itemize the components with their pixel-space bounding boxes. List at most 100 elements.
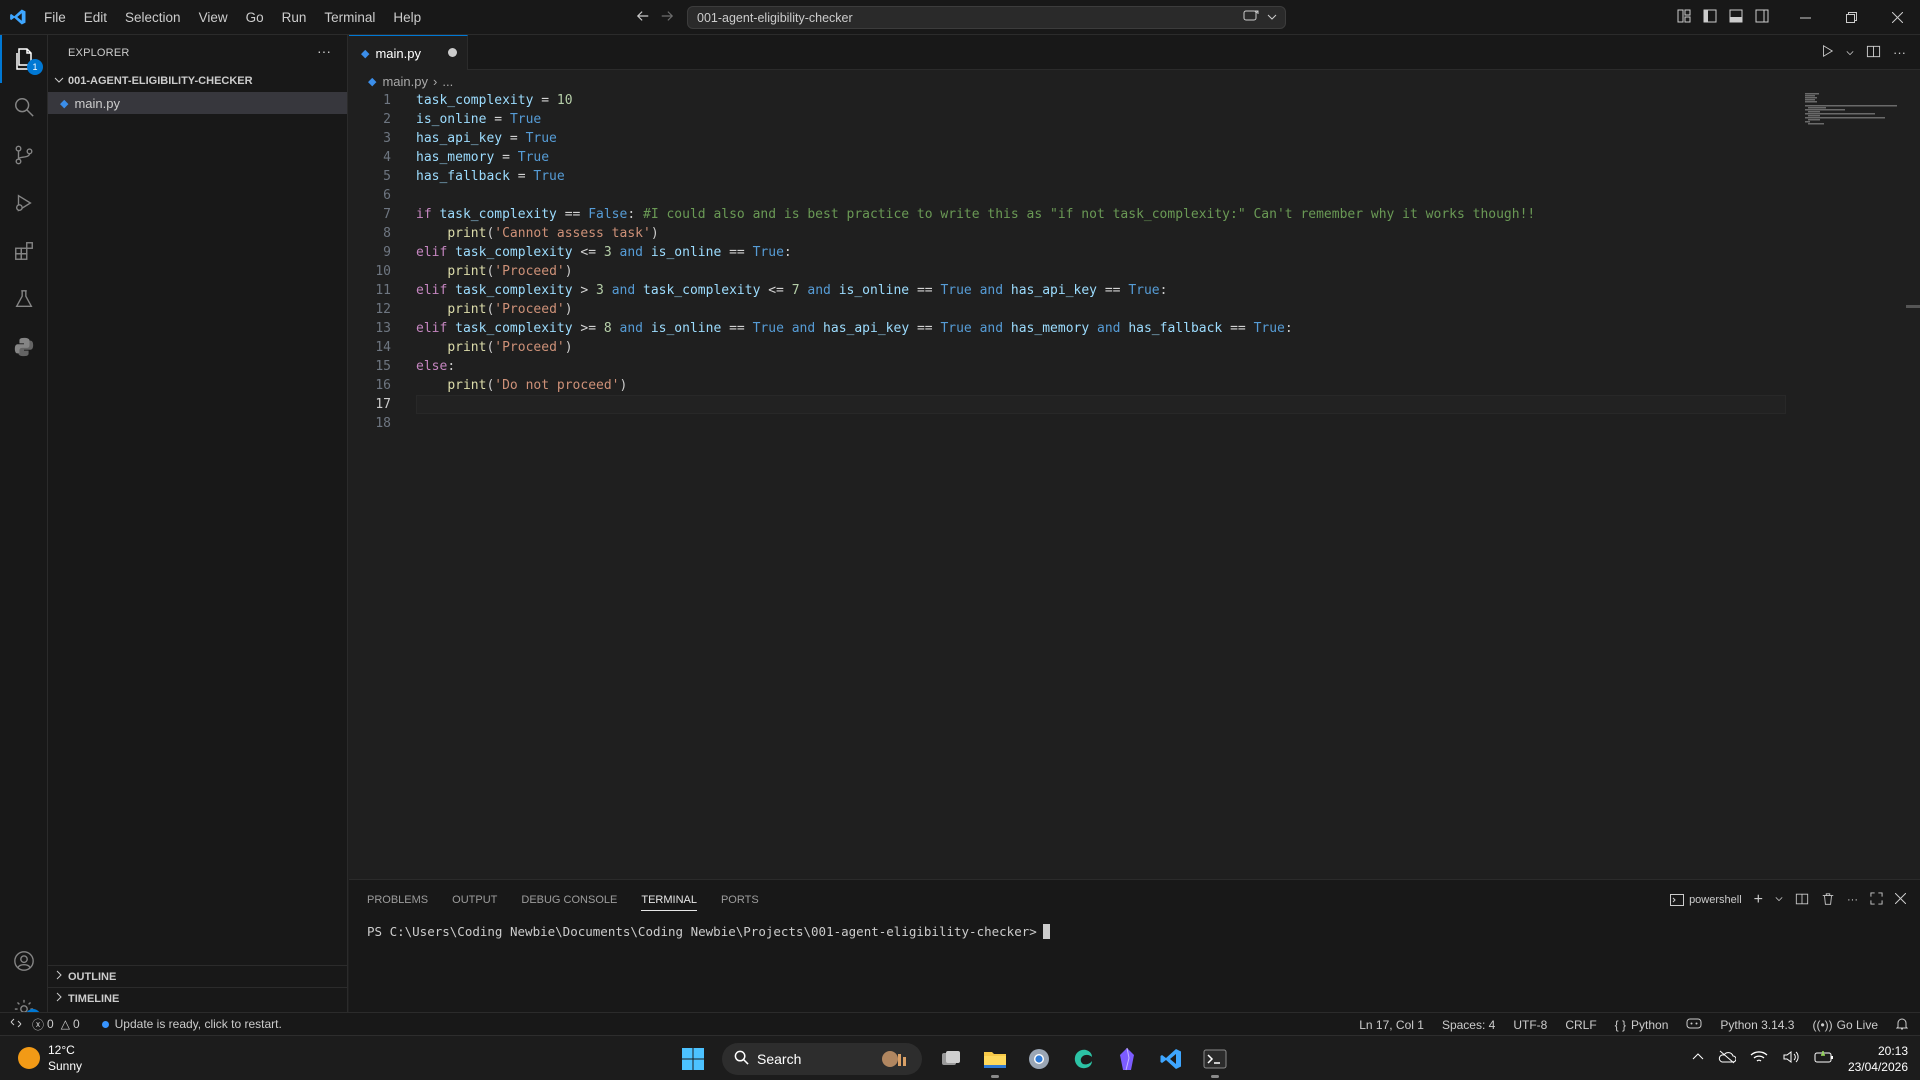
clock[interactable]: 20:13 23/04/2026 bbox=[1848, 1043, 1908, 1075]
trash-icon[interactable] bbox=[1821, 892, 1835, 909]
back-arrow-icon[interactable] bbox=[636, 9, 650, 26]
copilot-chat-icon[interactable] bbox=[1243, 9, 1259, 26]
maximize-panel-icon[interactable] bbox=[1870, 892, 1883, 908]
breadcrumb-file[interactable]: main.py bbox=[382, 74, 428, 89]
windows-start-icon[interactable] bbox=[678, 1044, 708, 1074]
end-of-line[interactable]: CRLF bbox=[1565, 1018, 1596, 1032]
tab-main-py[interactable]: ◆ main.py bbox=[349, 35, 468, 70]
breadcrumb-symbol[interactable]: ... bbox=[442, 74, 453, 89]
testing-flask-icon[interactable] bbox=[0, 275, 48, 323]
terminal-output[interactable]: PS C:\Users\Coding Newbie\Documents\Codi… bbox=[367, 924, 1050, 939]
menu-file[interactable]: File bbox=[35, 0, 75, 35]
windows-taskbar: 12°C Sunny Search 20:13 23/04/2026 bbox=[0, 1035, 1920, 1080]
toggle-secondary-sidebar-icon[interactable] bbox=[1754, 8, 1770, 27]
split-terminal-icon[interactable] bbox=[1795, 892, 1809, 909]
copilot-icon[interactable] bbox=[1686, 1016, 1702, 1033]
command-center-search[interactable]: 001-agent-eligibility-checker bbox=[687, 6, 1286, 29]
terminal-shell-selector[interactable]: powershell bbox=[1670, 894, 1742, 906]
braces-icon: { } bbox=[1614, 1017, 1627, 1032]
file-explorer-icon[interactable] bbox=[980, 1044, 1010, 1078]
tab-problems[interactable]: PROBLEMS bbox=[367, 894, 428, 906]
cursor-position[interactable]: Ln 17, Col 1 bbox=[1359, 1018, 1424, 1032]
workspace-folder[interactable]: 001-AGENT-ELIGIBILITY-CHECKER bbox=[48, 70, 347, 92]
more-actions-icon[interactable]: ··· bbox=[1847, 894, 1858, 906]
menu-help[interactable]: Help bbox=[384, 0, 430, 35]
menu-run[interactable]: Run bbox=[273, 0, 316, 35]
line-number: 10 bbox=[375, 264, 391, 279]
onedrive-icon[interactable] bbox=[1718, 1050, 1737, 1067]
menu-selection[interactable]: Selection bbox=[116, 0, 190, 35]
menu-terminal[interactable]: Terminal bbox=[315, 0, 384, 35]
file-item-main-py[interactable]: ◆ main.py bbox=[48, 92, 347, 114]
terminal-app-icon[interactable] bbox=[1200, 1044, 1230, 1078]
timeline-section[interactable]: TIMELINE bbox=[48, 987, 348, 1009]
tab-debug-console[interactable]: DEBUG CONSOLE bbox=[521, 894, 617, 906]
toggle-primary-sidebar-icon[interactable] bbox=[1702, 8, 1718, 27]
chevron-down-icon[interactable] bbox=[1775, 894, 1783, 906]
more-actions-icon[interactable]: ··· bbox=[1893, 45, 1906, 60]
unsaved-dot-icon[interactable] bbox=[448, 48, 457, 57]
minimap[interactable] bbox=[1805, 91, 1905, 151]
vscode-taskbar-icon[interactable] bbox=[1156, 1044, 1186, 1074]
taskbar-search[interactable]: Search bbox=[722, 1042, 922, 1075]
edge-browser-icon[interactable] bbox=[1068, 1044, 1098, 1074]
minimize-icon[interactable] bbox=[1782, 0, 1828, 35]
code-editor[interactable]: 1 task_complexity = 10 2 is_online = True … bbox=[349, 91, 1920, 433]
explorer-icon[interactable]: 1 bbox=[0, 35, 48, 83]
go-live-button[interactable]: ((•)) Go Live bbox=[1812, 1018, 1878, 1032]
run-debug-icon[interactable] bbox=[0, 179, 48, 227]
explorer-badge: 1 bbox=[27, 59, 43, 75]
restore-icon[interactable] bbox=[1828, 0, 1874, 35]
outline-section[interactable]: OUTLINE bbox=[48, 965, 348, 987]
split-editor-icon[interactable] bbox=[1866, 44, 1881, 62]
tab-output[interactable]: OUTPUT bbox=[452, 894, 497, 906]
more-actions-icon[interactable]: ··· bbox=[317, 43, 331, 59]
editor-tabs: ◆ main.py ··· bbox=[349, 35, 1920, 70]
indentation[interactable]: Spaces: 4 bbox=[1442, 1018, 1495, 1032]
time: 20:13 bbox=[1877, 1043, 1908, 1058]
chrome-browser-icon[interactable] bbox=[1024, 1044, 1054, 1074]
task-view-icon[interactable] bbox=[936, 1044, 966, 1074]
python-interpreter[interactable]: Python 3.14.3 bbox=[1720, 1018, 1794, 1032]
accounts-icon[interactable] bbox=[0, 937, 48, 985]
language-mode[interactable]: { } Python bbox=[1615, 1018, 1669, 1032]
line-number: 16 bbox=[375, 378, 391, 393]
close-icon[interactable] bbox=[1874, 0, 1920, 35]
scrollbar-cursor-marker[interactable] bbox=[1906, 305, 1920, 308]
remote-indicator-icon[interactable] bbox=[10, 1017, 22, 1032]
line-number: 12 bbox=[375, 302, 391, 317]
run-python-file-icon[interactable] bbox=[1820, 44, 1834, 61]
menu-view[interactable]: View bbox=[190, 0, 237, 35]
encoding[interactable]: UTF-8 bbox=[1513, 1018, 1547, 1032]
menu-edit[interactable]: Edit bbox=[75, 0, 116, 35]
tab-ports[interactable]: PORTS bbox=[721, 894, 759, 906]
menu-go[interactable]: Go bbox=[237, 0, 273, 35]
status-left: ⓧ 0 △ 0 Update is ready, click to restart. bbox=[0, 1016, 282, 1033]
code-text: print('Proceed') bbox=[447, 264, 573, 279]
obsidian-app-icon[interactable] bbox=[1112, 1044, 1142, 1074]
chevron-down-icon[interactable] bbox=[1846, 45, 1854, 60]
code-text: else: bbox=[416, 359, 456, 374]
problems-indicator[interactable]: ⓧ 0 △ 0 bbox=[32, 1016, 80, 1033]
sun-icon bbox=[18, 1047, 40, 1069]
update-notification[interactable]: Update is ready, click to restart. bbox=[101, 1017, 282, 1031]
chevron-down-icon[interactable] bbox=[1267, 11, 1277, 25]
code-text: print('Proceed') bbox=[447, 340, 573, 355]
weather-widget[interactable]: 12°C Sunny bbox=[18, 1042, 82, 1074]
extensions-icon[interactable] bbox=[0, 227, 48, 275]
bottom-panel: PROBLEMS OUTPUT DEBUG CONSOLE TERMINAL P… bbox=[349, 879, 1920, 1013]
customize-layout-icon[interactable] bbox=[1676, 8, 1692, 27]
toggle-panel-icon[interactable] bbox=[1728, 8, 1744, 27]
chevron-up-icon[interactable] bbox=[1692, 1051, 1704, 1066]
wifi-icon[interactable] bbox=[1750, 1050, 1768, 1067]
tab-terminal[interactable]: TERMINAL bbox=[641, 894, 697, 911]
forward-arrow-icon[interactable] bbox=[660, 9, 674, 26]
source-control-icon[interactable] bbox=[0, 131, 48, 179]
close-panel-icon[interactable] bbox=[1894, 892, 1907, 907]
search-icon[interactable] bbox=[0, 83, 48, 131]
battery-icon[interactable] bbox=[1814, 1050, 1834, 1067]
volume-icon[interactable] bbox=[1782, 1050, 1800, 1067]
new-terminal-plus-icon[interactable]: + bbox=[1754, 891, 1763, 909]
python-icon[interactable] bbox=[0, 323, 48, 371]
notifications-bell-icon[interactable] bbox=[1895, 1017, 1909, 1033]
